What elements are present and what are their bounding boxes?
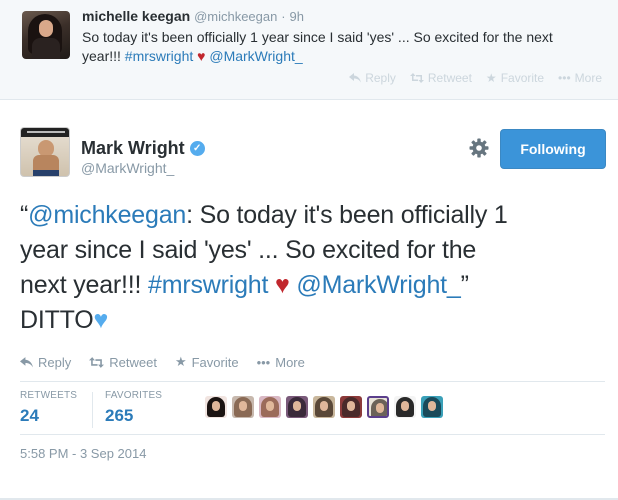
quote-mention-link[interactable]: @michkeegan — [28, 201, 186, 229]
favorite-label: Favorite — [500, 71, 545, 85]
hashtag-link[interactable]: #mrswright — [148, 271, 268, 299]
quote-close: ” — [460, 271, 469, 299]
more-label: More — [574, 71, 602, 85]
favorite-button[interactable]: ★ Favorite — [486, 71, 544, 85]
quote-line2: year since I said 'yes' ... So excited f… — [20, 236, 477, 264]
more-label: More — [275, 354, 305, 370]
author-name[interactable]: michelle keegan — [82, 8, 190, 24]
gear-icon[interactable] — [468, 137, 490, 159]
favoriter-avatar[interactable] — [205, 396, 227, 418]
tweet-text: “@michkeegan: So today it's been officia… — [20, 198, 605, 338]
divider — [20, 381, 605, 382]
quote-line1: : So today it's been officially 1 — [186, 201, 508, 229]
reply-text: DITTO — [20, 306, 94, 334]
stat-divider — [92, 392, 93, 428]
hashtag-link[interactable]: #mrswright — [125, 48, 193, 64]
retweet-icon — [409, 73, 424, 83]
tweet-text-line2: year!!! — [82, 48, 125, 64]
reply-button[interactable]: Reply — [349, 71, 396, 85]
favoriter-avatar[interactable] — [421, 396, 443, 418]
more-button[interactable]: ••• More — [257, 354, 305, 370]
favoriter-avatar[interactable] — [313, 396, 335, 418]
author-name-row: Mark Wright ✓ — [81, 138, 205, 159]
avatar-michelle-keegan[interactable] — [22, 11, 70, 59]
reply-label: Reply — [38, 354, 72, 370]
avatar-mark-wright[interactable] — [20, 127, 70, 177]
original-tweet: michelle keegan @michkeegan · 9h So toda… — [0, 0, 618, 100]
favoriter-avatar[interactable] — [232, 396, 254, 418]
reply-icon — [349, 73, 362, 83]
author-handle[interactable]: @MarkWright_ — [81, 160, 174, 176]
tweet-actions: Reply Retweet ★ Favorite ••• More — [349, 71, 602, 85]
divider — [20, 434, 605, 435]
following-button[interactable]: Following — [500, 129, 606, 169]
tweet-actions: Reply Retweet ★ Favorite ••• More — [20, 354, 305, 370]
favorite-label: Favorite — [191, 354, 239, 370]
retweets-stat[interactable]: RETWEETS 24 — [20, 390, 77, 426]
more-dots-icon: ••• — [558, 71, 571, 85]
red-heart-icon: ♥ — [275, 271, 290, 299]
favoriter-avatar[interactable] — [394, 396, 416, 418]
favoriter-avatar[interactable] — [367, 396, 389, 418]
separator-dot: · — [281, 9, 286, 24]
retweet-icon — [89, 356, 105, 368]
favoriter-avatar[interactable] — [259, 396, 281, 418]
reply-icon — [20, 356, 33, 367]
favorites-label: FAVORITES — [105, 390, 163, 401]
author-handle[interactable]: @michkeegan — [194, 9, 277, 24]
retweet-button[interactable]: Retweet — [409, 71, 472, 85]
reply-button[interactable]: Reply — [20, 354, 71, 370]
tweet-text: So today it's been officially 1 year sin… — [82, 28, 602, 66]
favorite-button[interactable]: ★ Favorite — [175, 354, 239, 370]
tweet-text-line1: So today it's been officially 1 year sin… — [82, 29, 553, 45]
retweets-count: 24 — [20, 406, 39, 425]
quote-line3: next year!!! — [20, 271, 149, 299]
favoriter-avatar[interactable] — [286, 396, 308, 418]
tweet-header: michelle keegan @michkeegan · 9h — [82, 8, 304, 24]
blue-heart-icon: ♥ — [93, 306, 109, 334]
retweet-button[interactable]: Retweet — [89, 354, 157, 370]
retweet-label: Retweet — [109, 354, 157, 370]
quote-open: “ — [20, 201, 29, 229]
tweet-timestamp[interactable]: 5:58 PM - 3 Sep 2014 — [20, 446, 146, 461]
star-icon: ★ — [485, 71, 497, 85]
mention-link[interactable]: @MarkWright_ — [209, 48, 302, 64]
retweets-label: RETWEETS — [20, 390, 78, 401]
quote-mention2-link[interactable]: @MarkWright_ — [296, 271, 460, 299]
favorites-stat[interactable]: FAVORITES 265 — [105, 390, 162, 426]
verified-badge-icon: ✓ — [189, 141, 205, 156]
star-icon: ★ — [174, 354, 187, 369]
author-name[interactable]: Mark Wright — [81, 138, 185, 159]
more-button[interactable]: ••• More — [558, 71, 602, 85]
favoriters-avatars — [205, 396, 443, 418]
reply-label: Reply — [365, 71, 396, 85]
tweet-time[interactable]: 9h — [289, 9, 303, 24]
retweet-label: Retweet — [427, 71, 472, 85]
more-dots-icon: ••• — [256, 354, 271, 370]
red-heart-icon: ♥ — [197, 48, 206, 64]
favorites-count: 265 — [105, 406, 134, 425]
favoriter-avatar[interactable] — [340, 396, 362, 418]
